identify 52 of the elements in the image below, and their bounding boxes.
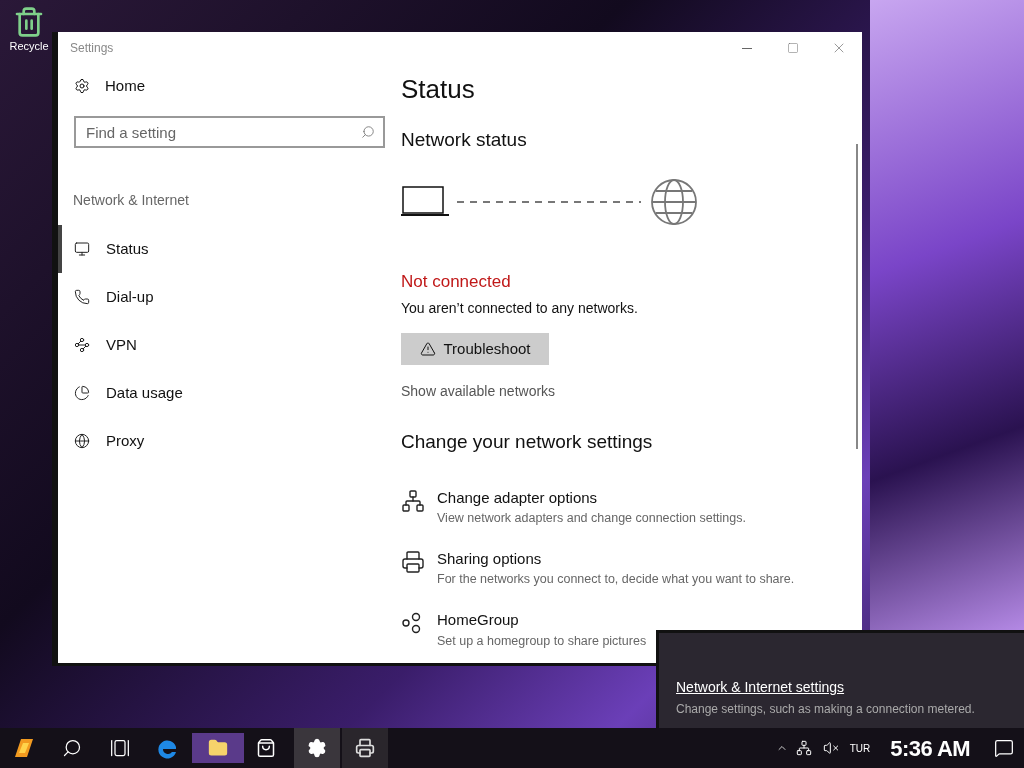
nav-item[interactable]: Data usage — [58, 369, 401, 417]
maximize-icon — [787, 42, 799, 54]
phone-icon — [74, 289, 90, 305]
warning-icon — [419, 341, 436, 357]
app-taskbar-button[interactable] — [342, 728, 388, 768]
nav-item[interactable]: Proxy — [58, 417, 401, 465]
printer-icon — [401, 549, 425, 574]
flyout-description: Change settings, such as making a connection metered. — [676, 701, 976, 718]
settings-link[interactable]: HomeGroup — [437, 609, 519, 632]
vpn-icon — [74, 337, 90, 353]
network-icon — [795, 740, 812, 756]
search-icon — [62, 738, 82, 758]
clock[interactable]: 5:36 AM — [876, 728, 984, 768]
task-view-icon — [110, 738, 130, 758]
monitor-icon — [74, 241, 90, 257]
window-title: Settings — [70, 40, 115, 57]
settings-taskbar-button[interactable] — [294, 728, 340, 768]
folder-icon — [208, 738, 228, 758]
search-icon — [361, 125, 375, 139]
nav-item[interactable]: Status — [58, 225, 401, 273]
troubleshoot-button[interactable]: Troubleshoot — [401, 333, 549, 365]
connection-message: You aren’t connected to any networks. — [401, 299, 639, 318]
section-heading: Network & Internet — [73, 191, 190, 210]
browser-icon — [157, 737, 179, 759]
network-icon — [401, 488, 425, 513]
recycle-bin-icon[interactable] — [13, 6, 45, 38]
minimize-icon — [742, 47, 752, 49]
link-description: For the networks you connect to, decide what you want to share. — [437, 571, 795, 589]
page-title: Status — [401, 76, 476, 102]
desktop-icon-label[interactable]: Recycle — [9, 38, 49, 55]
language-button[interactable]: TUR — [843, 728, 877, 768]
settings-link[interactable]: Sharing options — [437, 547, 542, 571]
home-nav-item[interactable]: Home — [58, 68, 401, 104]
section-heading: Network status — [401, 128, 528, 152]
connection-state: Not connected — [401, 270, 512, 293]
settings-icon — [74, 78, 90, 94]
section-heading: Change your network settings — [401, 430, 654, 454]
link-description: Set up a homegroup to share pictures — [437, 632, 647, 650]
shopping-bag-icon — [256, 738, 276, 758]
nav-item[interactable]: Dial-up — [58, 273, 401, 321]
printer-icon — [355, 738, 375, 758]
network-settings-link[interactable]: Network & Internet settings — [676, 677, 845, 698]
settings-link[interactable]: Change adapter options — [437, 486, 598, 509]
speaker-muted-icon — [822, 740, 839, 756]
pie-chart-icon — [74, 385, 90, 401]
file-explorer-button[interactable] — [192, 733, 244, 763]
speech-bubble-icon — [994, 738, 1014, 758]
search-field[interactable]: Find a setting — [74, 116, 385, 148]
nav-item[interactable]: VPN — [58, 321, 401, 369]
link-description: View network adapters and change connection settings. — [437, 510, 746, 527]
globe-icon — [74, 433, 90, 449]
show-networks-link[interactable]: Show available networks — [401, 381, 556, 402]
